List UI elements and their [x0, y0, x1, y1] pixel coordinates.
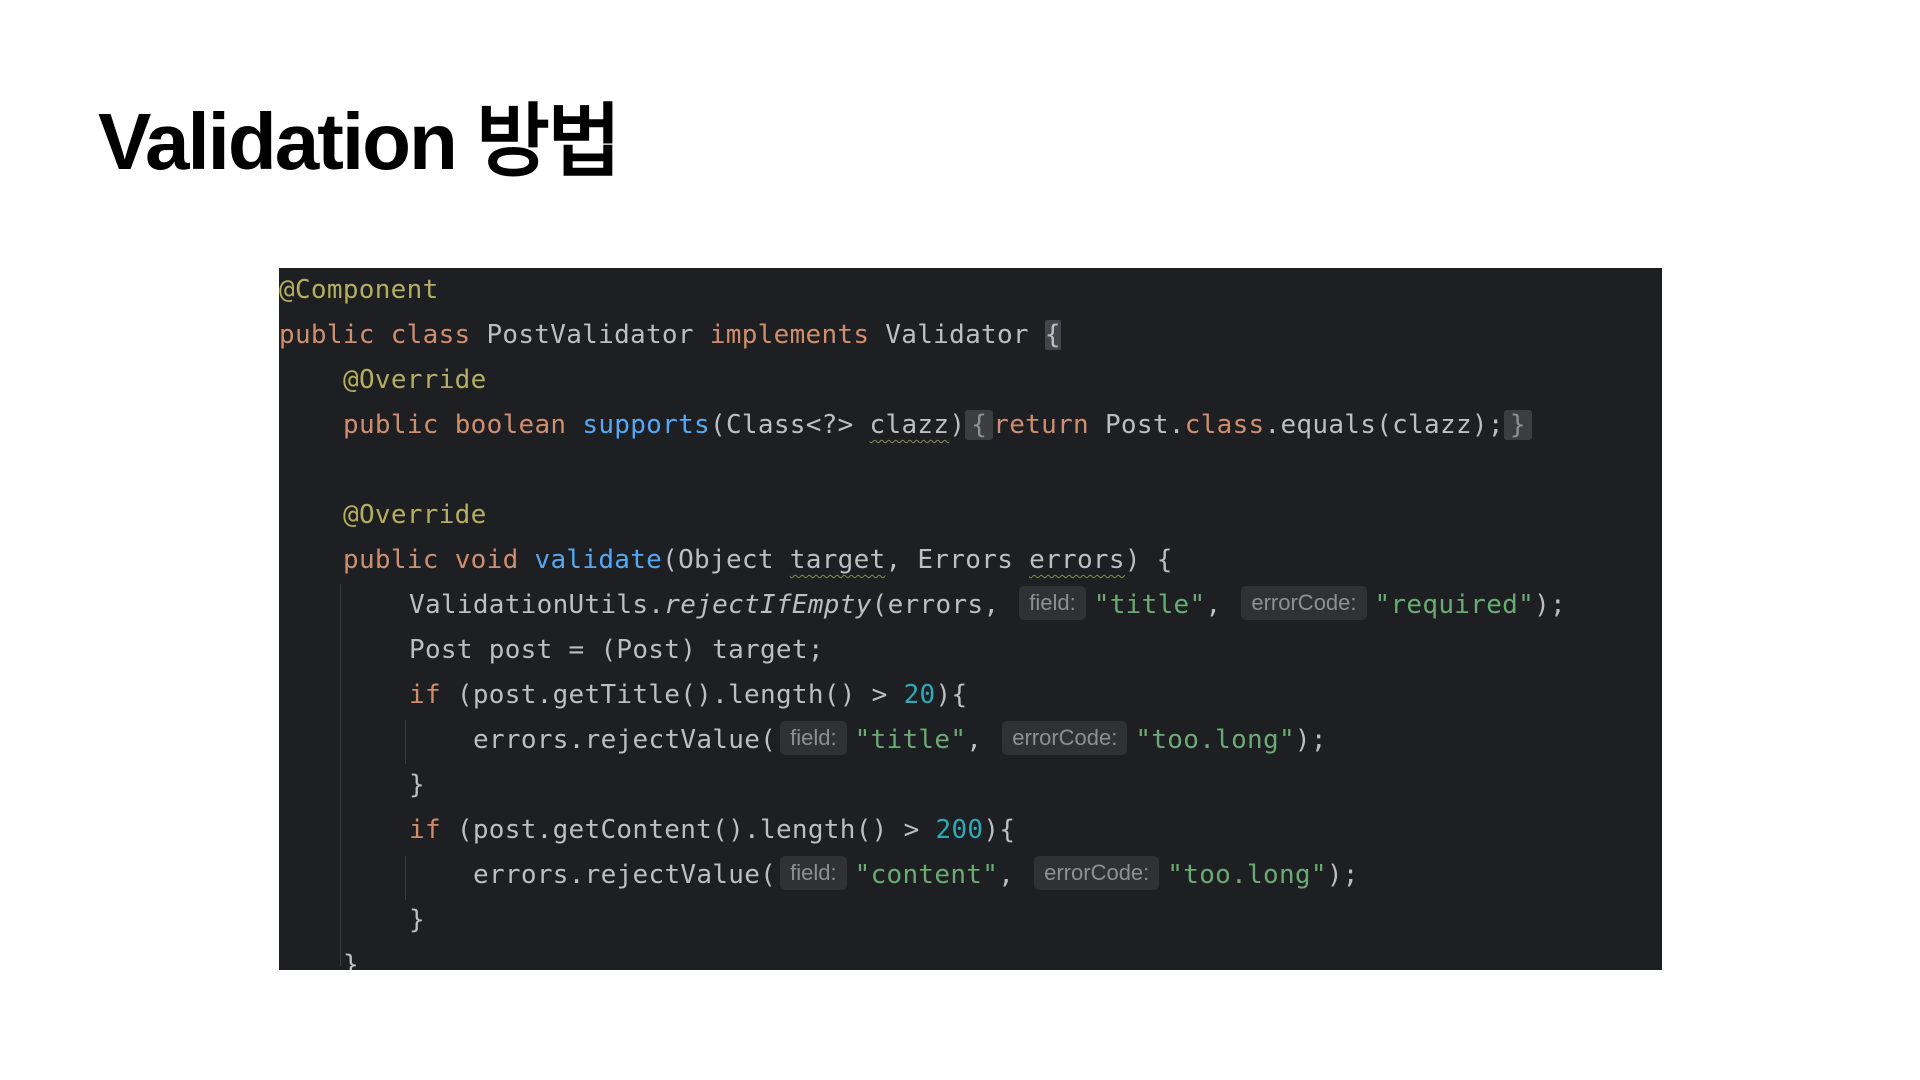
code-editor: @Component public class PostValidator im…	[279, 268, 1662, 970]
code-line-3: @Override	[279, 358, 487, 403]
keyword: implements	[709, 320, 870, 350]
annotation: @Component	[279, 275, 439, 305]
code-text: ,	[966, 725, 999, 755]
code-line-4: public boolean supports(Class<?> clazz){…	[279, 403, 1532, 448]
method-name: validate	[534, 545, 663, 575]
code-text: errors.rejectValue(	[473, 725, 777, 755]
keyword: if	[409, 680, 441, 710]
code-line-15: }	[279, 898, 425, 943]
parameter-hint: errorCode:	[1034, 856, 1160, 890]
slide-title: Validation 방법	[98, 97, 621, 186]
code-text: Post post = (Post) target;	[409, 635, 824, 665]
method-name: rejectIfEmpty	[664, 590, 872, 620]
param-name: target	[789, 545, 886, 575]
parameter-hint: field:	[780, 856, 847, 890]
matched-brace: {	[1044, 320, 1061, 350]
keyword: return	[993, 410, 1089, 440]
keyword: class	[390, 320, 471, 350]
keyword: boolean	[454, 410, 567, 440]
code-text: }	[409, 770, 425, 800]
code-text: (errors,	[871, 590, 1016, 620]
code-text: )	[949, 410, 966, 440]
number-literal: 20	[903, 680, 936, 710]
method-name: supports	[582, 410, 710, 440]
code-line-2: public class PostValidator implements Va…	[279, 313, 1061, 358]
code-text: );	[1326, 860, 1359, 890]
annotation: @Override	[343, 500, 487, 530]
keyword: public	[279, 320, 375, 350]
class-name: PostValidator	[470, 320, 710, 350]
code-line-9: Post post = (Post) target;	[279, 628, 824, 673]
parameter-hint: errorCode:	[1241, 586, 1367, 620]
param-name: errors	[1029, 545, 1125, 575]
code-line-1: @Component	[279, 268, 439, 313]
keyword: if	[409, 815, 441, 845]
code-text: (Object	[662, 545, 790, 575]
code-line-7: public void validate(Object target, Erro…	[279, 538, 1173, 583]
string-literal: "required"	[1374, 590, 1535, 620]
code-text: ){	[935, 680, 968, 710]
code-text: (Class<?>	[710, 410, 870, 440]
parameter-hint: errorCode:	[1002, 721, 1128, 755]
code-text: ,	[1205, 590, 1238, 620]
number-literal: 200	[935, 815, 984, 845]
keyword: class	[1184, 410, 1265, 440]
keyword: public	[343, 545, 439, 575]
code-text: errors.rejectValue(	[473, 860, 777, 890]
interface-name: Validator	[869, 320, 1045, 350]
code-text: , Errors	[885, 545, 1030, 575]
code-text: }	[409, 905, 425, 935]
folded-brace-close[interactable]: }	[1503, 410, 1532, 440]
parameter-hint: field:	[780, 721, 847, 755]
string-literal: "title"	[854, 725, 967, 755]
code-text: (post.getContent().length() >	[440, 815, 936, 845]
code-line-13: if (post.getContent().length() > 200){	[279, 808, 1015, 853]
annotation: @Override	[343, 365, 487, 395]
code-line-6: @Override	[279, 493, 487, 538]
string-literal: "too.long"	[1135, 725, 1295, 755]
code-text: );	[1534, 590, 1566, 620]
code-line-14: errors.rejectValue(field: "content", erro…	[279, 853, 1359, 898]
code-text: ){	[983, 815, 1016, 845]
code-text: ,	[998, 860, 1031, 890]
code-line-11: errors.rejectValue(field: "title", errorC…	[279, 718, 1327, 763]
string-literal: "title"	[1093, 590, 1206, 620]
string-literal: "too.long"	[1167, 860, 1327, 890]
code-line-16: }	[279, 943, 359, 970]
code-text: Post.	[1089, 410, 1185, 440]
code-line-8: ValidationUtils.rejectIfEmpty(errors, fi…	[279, 583, 1566, 628]
code-text: }	[343, 950, 359, 970]
code-text: ValidationUtils.	[409, 590, 665, 620]
keyword: public	[343, 410, 439, 440]
code-line-10: if (post.getTitle().length() > 20){	[279, 673, 967, 718]
code-text: ) {	[1124, 545, 1173, 575]
parameter-hint: field:	[1019, 586, 1086, 620]
code-text: .equals(clazz);	[1264, 410, 1504, 440]
code-text: (post.getTitle().length() >	[440, 680, 904, 710]
code-line-12: }	[279, 763, 425, 808]
folded-brace-open[interactable]: {	[965, 410, 994, 440]
param-name: clazz	[869, 410, 950, 440]
keyword: void	[454, 545, 519, 575]
string-literal: "content"	[854, 860, 999, 890]
slide: Validation 방법 @Component public class Po…	[0, 0, 1920, 1080]
code-text: );	[1294, 725, 1327, 755]
